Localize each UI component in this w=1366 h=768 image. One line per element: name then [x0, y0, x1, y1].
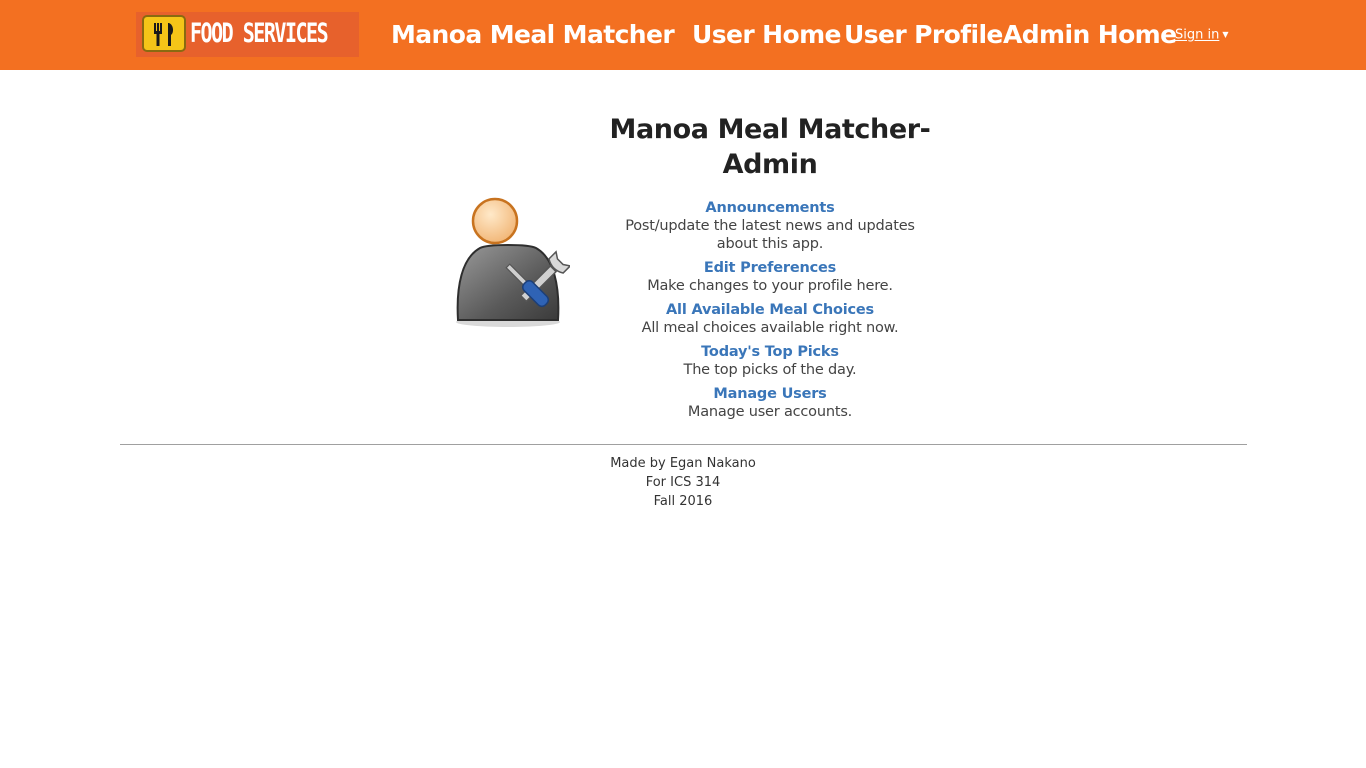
admin-user-icon [450, 196, 572, 328]
footer-term: Fall 2016 [653, 494, 713, 509]
menu-item-manage-users: Manage Users Manage user accounts. [600, 385, 940, 421]
admin-menu: Manoa Meal Matcher-Admin Announcements P… [600, 112, 940, 427]
page-title: Manoa Meal Matcher-Admin [609, 114, 931, 180]
menu-item-all-meal-choices: All Available Meal Choices All meal choi… [600, 301, 940, 337]
announcements-link[interactable]: Announcements [600, 199, 940, 217]
nav-admin-home-link[interactable]: Admin Home [1003, 17, 1177, 53]
footer-author: Made by Egan Nakano [610, 456, 756, 471]
sign-in-dropdown[interactable]: Sign in ▼ [1175, 25, 1229, 45]
announcements-description: Post/update the latest news and updates … [625, 218, 915, 252]
manage-users-description: Manage user accounts. [687, 404, 853, 420]
footer-divider [120, 444, 1247, 445]
edit-preferences-description: Make changes to your profile here. [647, 278, 893, 294]
edit-preferences-link[interactable]: Edit Preferences [600, 259, 940, 277]
footer-course: For ICS 314 [645, 475, 721, 490]
nav-brand-link[interactable]: Manoa Meal Matcher [391, 17, 675, 53]
top-picks-link[interactable]: Today's Top Picks [600, 343, 940, 361]
sign-in-label: Sign in [1175, 27, 1220, 43]
food-services-logo[interactable]: FOOD SERVICES [136, 12, 359, 57]
all-meal-choices-link[interactable]: All Available Meal Choices [600, 301, 940, 319]
manage-users-link[interactable]: Manage Users [600, 385, 940, 403]
all-meal-choices-description: All meal choices available right now. [641, 320, 899, 336]
fork-knife-icon [142, 15, 186, 52]
nav-user-profile-link[interactable]: User Profile [844, 17, 1003, 53]
navbar: FOOD SERVICES Manoa Meal Matcher User Ho… [0, 0, 1366, 70]
menu-item-edit-preferences: Edit Preferences Make changes to your pr… [600, 259, 940, 295]
nav-user-home-link[interactable]: User Home [692, 17, 841, 53]
top-picks-description: The top picks of the day. [683, 362, 857, 378]
logo-text: FOOD SERVICES [190, 18, 329, 49]
caret-down-icon: ▼ [1222, 30, 1229, 39]
menu-item-top-picks: Today's Top Picks The top picks of the d… [600, 343, 940, 379]
footer: Made by Egan Nakano For ICS 314 Fall 201… [483, 454, 883, 511]
menu-item-announcements: Announcements Post/update the latest new… [600, 199, 940, 253]
